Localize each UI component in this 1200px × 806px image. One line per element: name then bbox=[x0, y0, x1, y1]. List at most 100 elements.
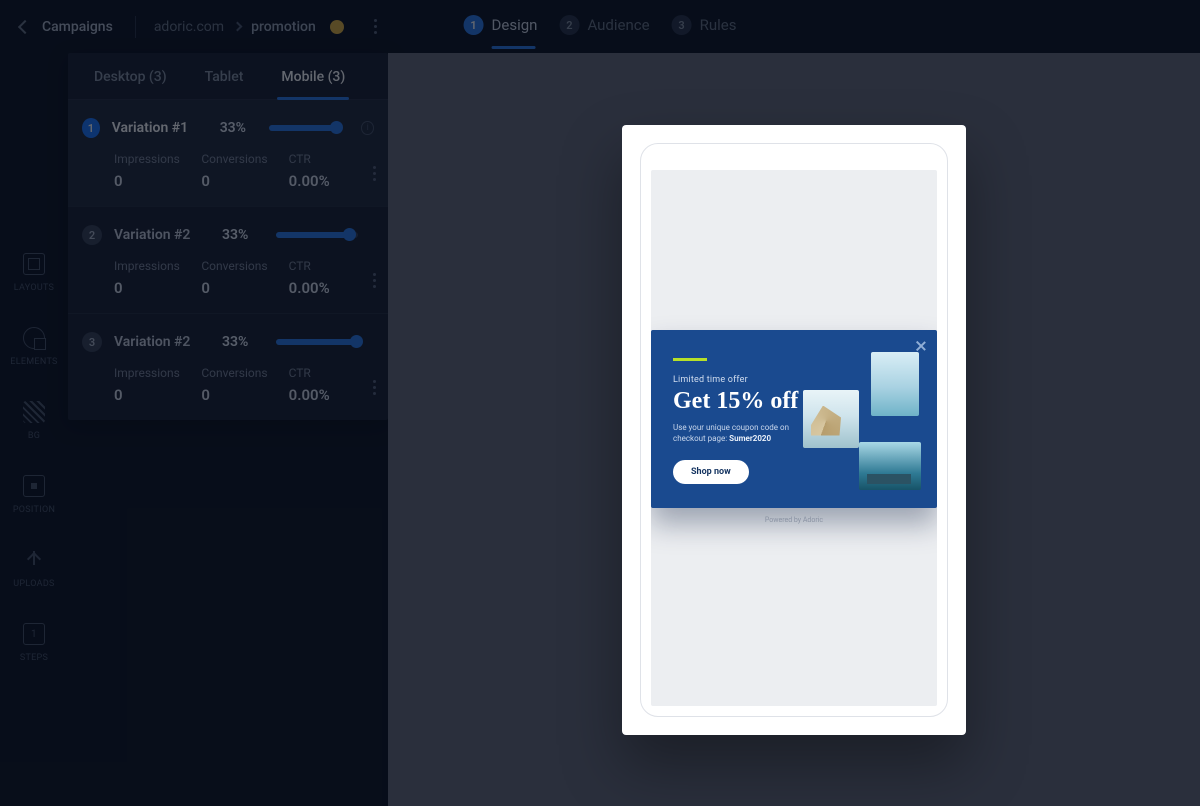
rail-steps[interactable]: STEPS bbox=[20, 623, 48, 663]
layouts-icon bbox=[23, 253, 45, 275]
collage-image bbox=[871, 352, 919, 416]
rail-label: UPLOADS bbox=[13, 579, 54, 589]
step-rules[interactable]: 3 Rules bbox=[672, 15, 737, 35]
mobile-device-frame: Limited time offer Get 15% off Use your … bbox=[622, 125, 966, 735]
bg-icon bbox=[23, 401, 45, 423]
metric-value: 0 bbox=[201, 172, 288, 190]
variation-index-badge: 1 bbox=[82, 118, 100, 138]
breadcrumb: adoric.com promotion bbox=[154, 19, 344, 35]
metric-value: 0.00% bbox=[289, 279, 374, 297]
elements-icon bbox=[23, 327, 45, 349]
banner-subcopy: Use your unique coupon code on checkout … bbox=[673, 422, 803, 444]
step-design[interactable]: 1 Design bbox=[464, 15, 538, 35]
slider-fill bbox=[269, 125, 334, 131]
step-active-underline bbox=[492, 46, 536, 49]
variation-traffic-pct: 33% bbox=[222, 227, 264, 243]
rail-label: ELEMENTS bbox=[10, 357, 57, 367]
variation-row[interactable]: 1 Variation #1 33% i Impressions0 Conver… bbox=[68, 100, 388, 207]
variation-row[interactable]: 2 Variation #2 33% Impressions0 Conversi… bbox=[68, 207, 388, 314]
upload-icon bbox=[23, 549, 45, 571]
metric-value: 0 bbox=[114, 279, 201, 297]
back-chevron-icon[interactable] bbox=[18, 19, 32, 33]
metric-label: Impressions bbox=[114, 366, 201, 380]
metric-value: 0.00% bbox=[289, 386, 374, 404]
variation-name: Variation #2 bbox=[114, 227, 210, 243]
metric-label: Conversions bbox=[201, 366, 288, 380]
breadcrumb-campaign[interactable]: promotion bbox=[251, 19, 316, 35]
metric-label: CTR bbox=[289, 366, 374, 380]
step-label: Rules bbox=[700, 16, 737, 34]
mobile-screen: Limited time offer Get 15% off Use your … bbox=[651, 170, 937, 706]
variation-traffic-pct: 33% bbox=[220, 120, 257, 136]
design-canvas: Limited time offer Get 15% off Use your … bbox=[388, 53, 1200, 806]
traffic-slider[interactable] bbox=[269, 125, 342, 131]
metric-label: Impressions bbox=[114, 259, 201, 273]
banner-coupon-code: Sumer2020 bbox=[729, 434, 771, 443]
slider-thumb[interactable] bbox=[330, 121, 343, 134]
variation-name: Variation #2 bbox=[114, 334, 210, 350]
metric-value: 0 bbox=[114, 386, 201, 404]
variation-more-button[interactable] bbox=[373, 380, 376, 395]
slider-fill bbox=[276, 339, 355, 345]
metric-value: 0 bbox=[201, 386, 288, 404]
banner-image-collage bbox=[809, 358, 919, 485]
close-icon[interactable] bbox=[915, 340, 927, 352]
rail-uploads[interactable]: UPLOADS bbox=[13, 549, 54, 589]
traffic-slider[interactable] bbox=[276, 232, 358, 238]
metric-value: 0 bbox=[114, 172, 201, 190]
powered-by-label: Powered by Adoric bbox=[651, 516, 937, 524]
tab-desktop[interactable]: Desktop (3) bbox=[84, 53, 177, 99]
metric-label: CTR bbox=[289, 152, 374, 166]
collage-image bbox=[859, 442, 921, 490]
variation-more-button[interactable] bbox=[373, 166, 376, 181]
header-more-button[interactable] bbox=[370, 13, 381, 40]
variation-index-badge: 3 bbox=[82, 332, 102, 352]
promo-banner[interactable]: Limited time offer Get 15% off Use your … bbox=[651, 330, 937, 509]
step-badge: 1 bbox=[464, 15, 484, 35]
rail-layouts[interactable]: LAYOUTS bbox=[14, 253, 54, 293]
variation-row[interactable]: 3 Variation #2 33% Impressions0 Conversi… bbox=[68, 314, 388, 420]
slider-thumb[interactable] bbox=[350, 335, 363, 348]
variation-traffic-pct: 33% bbox=[222, 334, 264, 350]
info-icon[interactable]: i bbox=[361, 121, 374, 135]
app-header: Campaigns adoric.com promotion 1 Design … bbox=[0, 0, 1200, 53]
device-tabs: Desktop (3) Tablet Mobile (3) bbox=[68, 53, 388, 100]
rail-position[interactable]: POSITION bbox=[13, 475, 55, 515]
metric-label: CTR bbox=[289, 259, 374, 273]
slider-thumb[interactable] bbox=[343, 228, 356, 241]
accent-bar bbox=[673, 358, 707, 361]
chevron-right-icon bbox=[233, 22, 243, 32]
back-to-campaigns[interactable]: Campaigns bbox=[42, 19, 113, 35]
shop-now-button[interactable]: Shop now bbox=[673, 460, 749, 484]
step-label: Design bbox=[492, 16, 538, 34]
wizard-steps: 1 Design 2 Audience 3 Rules bbox=[464, 15, 737, 35]
rail-elements[interactable]: ELEMENTS bbox=[10, 327, 57, 367]
metric-label: Impressions bbox=[114, 152, 201, 166]
header-divider bbox=[135, 16, 136, 38]
variation-index-badge: 2 bbox=[82, 225, 102, 245]
steps-icon bbox=[23, 623, 45, 645]
breadcrumb-site[interactable]: adoric.com bbox=[154, 19, 224, 35]
slider-fill bbox=[276, 232, 348, 238]
step-badge: 3 bbox=[672, 15, 692, 35]
rail-label: BG bbox=[28, 431, 40, 441]
traffic-slider[interactable] bbox=[276, 339, 358, 345]
banner-kicker: Limited time offer bbox=[673, 375, 803, 385]
rail-label: LAYOUTS bbox=[14, 283, 54, 293]
collage-image bbox=[803, 390, 859, 448]
tab-mobile[interactable]: Mobile (3) bbox=[271, 53, 355, 99]
rail-label: POSITION bbox=[13, 505, 55, 515]
step-label: Audience bbox=[587, 16, 649, 34]
metric-value: 0.00% bbox=[289, 172, 374, 190]
metric-value: 0 bbox=[201, 279, 288, 297]
step-audience[interactable]: 2 Audience bbox=[559, 15, 649, 35]
tool-rail: LAYOUTS ELEMENTS BG POSITION UPLOADS STE… bbox=[0, 53, 68, 806]
step-badge: 2 bbox=[559, 15, 579, 35]
metric-label: Conversions bbox=[201, 152, 288, 166]
rail-bg[interactable]: BG bbox=[23, 401, 45, 441]
tab-tablet[interactable]: Tablet bbox=[195, 53, 254, 99]
variation-more-button[interactable] bbox=[373, 273, 376, 288]
variation-name: Variation #1 bbox=[112, 120, 208, 136]
rail-label: STEPS bbox=[20, 653, 48, 663]
campaign-status-dot bbox=[330, 20, 344, 34]
